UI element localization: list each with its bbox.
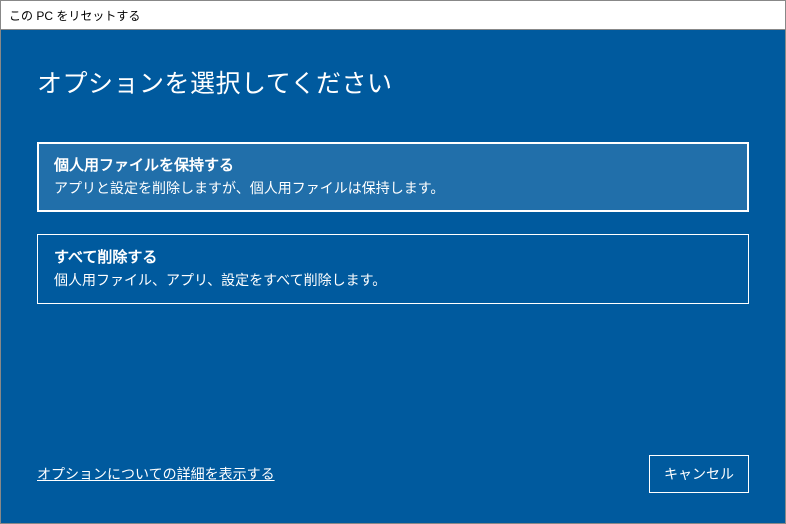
window-title-bar: この PC をリセットする [1,1,785,30]
page-heading: オプションを選択してください [37,64,749,100]
option-remove-everything-title: すべて削除する [54,246,732,267]
bottom-row: オプションについての詳細を表示する キャンセル [37,455,749,493]
cancel-button[interactable]: キャンセル [649,455,749,493]
more-options-link[interactable]: オプションについての詳細を表示する [37,464,275,484]
content-area: オプションを選択してください 個人用ファイルを保持する アプリと設定を削除します… [1,30,785,523]
window-title: この PC をリセットする [9,7,140,24]
option-keep-files[interactable]: 個人用ファイルを保持する アプリと設定を削除しますが、個人用ファイルは保持します… [37,142,749,212]
option-keep-files-description: アプリと設定を削除しますが、個人用ファイルは保持します。 [54,178,732,198]
option-remove-everything-description: 個人用ファイル、アプリ、設定をすべて削除します。 [54,270,732,290]
option-remove-everything[interactable]: すべて削除する 個人用ファイル、アプリ、設定をすべて削除します。 [37,234,749,304]
option-keep-files-title: 個人用ファイルを保持する [54,154,732,175]
